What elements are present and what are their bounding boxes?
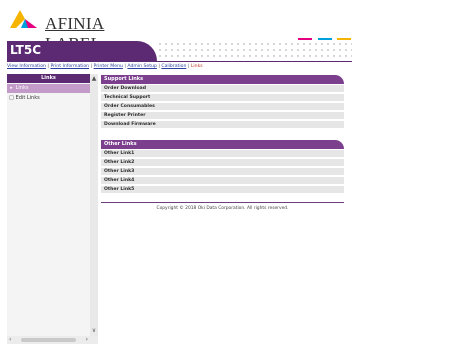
link-order-download[interactable]: Order Download xyxy=(101,85,344,93)
sidebar-item-edit-links[interactable]: □ Edit Links xyxy=(7,94,90,103)
other-links-panel: Other Links Other Link1 Other Link2 Othe… xyxy=(101,140,344,202)
sidebar-item-label: Links xyxy=(15,85,29,91)
link-other-2[interactable]: Other Link2 xyxy=(101,159,344,167)
link-other-5[interactable]: Other Link5 xyxy=(101,186,344,194)
support-links-panel: Support Links Order Download Technical S… xyxy=(101,75,344,137)
copyright-text: Copyright © 2018 Oki Data Corporation. A… xyxy=(156,206,289,211)
link-other-4[interactable]: Other Link4 xyxy=(101,177,344,185)
model-name: LT5C xyxy=(10,43,42,57)
link-technical-support[interactable]: Technical Support xyxy=(101,94,344,102)
support-links-header: Support Links xyxy=(101,75,344,84)
header-pattern xyxy=(157,41,352,61)
breadcrumb-print-information[interactable]: Print Information xyxy=(50,64,89,69)
breadcrumb-printer-menu[interactable]: Printer Menu xyxy=(94,64,123,69)
bullet-icon: ▸ xyxy=(10,85,13,91)
afinia-logo: AFINIA LABEL xyxy=(7,4,157,53)
scroll-left-icon[interactable]: ‹ xyxy=(9,336,11,343)
stripe-yellow xyxy=(337,38,351,40)
footer-divider xyxy=(101,202,344,203)
model-tab: LT5C xyxy=(7,41,157,61)
breadcrumb-calibration[interactable]: Calibration xyxy=(161,64,186,69)
sidebar-scrollbar[interactable]: ▲ ∨ xyxy=(90,74,98,336)
link-register-printer[interactable]: Register Printer xyxy=(101,112,344,120)
header-underline xyxy=(7,61,352,62)
sidebar-item-links[interactable]: ▸ Links xyxy=(7,84,90,93)
stripe-blue xyxy=(318,38,332,40)
link-other-3[interactable]: Other Link3 xyxy=(101,168,344,176)
scroll-down-icon[interactable]: ∨ xyxy=(90,327,98,334)
stripe-magenta xyxy=(298,38,312,40)
scroll-thumb[interactable] xyxy=(21,338,76,342)
link-other-1[interactable]: Other Link1 xyxy=(101,150,344,158)
breadcrumb-view-information[interactable]: View Information xyxy=(7,64,46,69)
edit-icon: □ xyxy=(9,95,14,101)
link-order-consumables[interactable]: Order Consumables xyxy=(101,103,344,111)
breadcrumb: View Information | Print Information | P… xyxy=(7,64,203,69)
horizontal-scrollbar[interactable]: ‹ › xyxy=(7,336,98,344)
link-download-firmware[interactable]: Download Firmware xyxy=(101,121,344,129)
sidebar-item-label: Edit Links xyxy=(15,95,40,101)
breadcrumb-links: Links xyxy=(190,64,203,69)
scroll-up-icon[interactable]: ▲ xyxy=(90,75,98,82)
afinia-triangle-logo-icon xyxy=(10,10,37,28)
sidebar: Links ▸ Links □ Edit Links xyxy=(7,74,90,336)
scroll-right-icon[interactable]: › xyxy=(86,336,88,343)
sidebar-header: Links xyxy=(7,74,90,83)
breadcrumb-admin-setup[interactable]: Admin Setup xyxy=(127,64,156,69)
other-links-header: Other Links xyxy=(101,140,344,149)
